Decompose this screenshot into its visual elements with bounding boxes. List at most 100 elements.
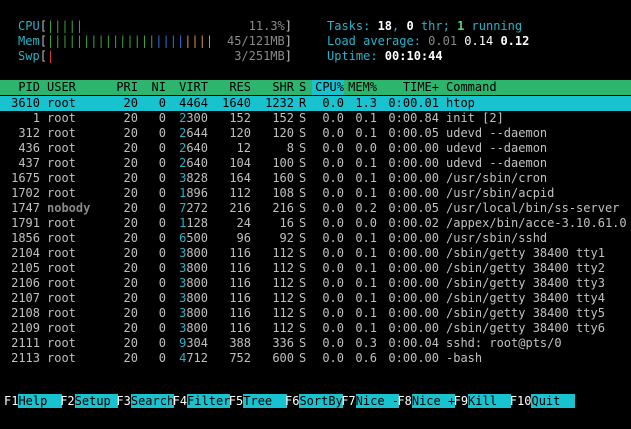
cell-cpu: 0.0 — [322, 111, 344, 125]
col-shr[interactable]: SHR — [258, 80, 294, 95]
cell-mem: 0.1 — [355, 261, 377, 275]
cell-shr: 216 — [272, 201, 294, 215]
cell-shr: 112 — [272, 246, 294, 260]
cell-mem: 0.1 — [355, 231, 377, 245]
cell-state: S — [299, 351, 307, 365]
process-row[interactable]: 1675 root 20 0 3828 164 160 S 0.0 0.1 0:00.00/usr/… — [0, 171, 631, 186]
fkey-label: Filter — [187, 394, 231, 408]
fkey-f4[interactable]: F4Filter — [173, 394, 231, 409]
cell-virt: 3828 — [179, 171, 208, 185]
cell-pid: 2105 — [11, 261, 40, 275]
col-virt[interactable]: VIRT — [172, 80, 208, 95]
col-pid[interactable]: PID — [0, 80, 40, 95]
col-ni[interactable]: NI — [145, 80, 166, 95]
fkey-number: F2 — [60, 394, 75, 408]
fkey-f6[interactable]: F6SortBy — [285, 394, 343, 409]
cell-mem: 0.1 — [355, 291, 377, 305]
fkey-number: F7 — [341, 394, 356, 408]
cell-time: 0:00.00 — [388, 246, 439, 260]
process-row[interactable]: 2111 root 20 0 9304 388 336 S 0.0 0.3 0:00.04 sshd:… — [0, 336, 631, 351]
cell-state: S — [299, 336, 307, 350]
process-row[interactable]: 2113 root 20 0 4712 752 600 S 0.0 0.6 0:00.00 -bash — [0, 351, 631, 366]
cell-state: S — [299, 156, 307, 170]
col-mem[interactable]: MEM% — [347, 80, 377, 95]
fkey-f5[interactable]: F5Tree — [229, 394, 287, 409]
process-row[interactable]: 312 root 20 0 2644 120 120 S 0.0 0.1 0:00.05 udevd … — [0, 126, 631, 141]
cell-user: root — [47, 306, 76, 320]
uptime-stat: Uptime: 00:10:44 — [327, 49, 443, 63]
cell-res: 1640 — [222, 96, 251, 110]
load-average-stat: Load average: 0.01 0.14 0.12 — [327, 34, 530, 48]
cell-time: 0:00.00 — [388, 231, 439, 245]
process-row[interactable]: 1791 root 20 0 1128 24 16 S 0.0 0.0 0:00.02/appex/… — [0, 216, 631, 231]
process-row[interactable]: 2105 root 20 0 3800 116 112 S 0.0 0.1 0:00.00/sbin… — [0, 261, 631, 276]
cell-pri: 20 — [123, 321, 138, 335]
cell-virt: 2640 — [179, 141, 208, 155]
cell-shr: 92 — [279, 231, 294, 245]
cell-time: 0:00.00 — [388, 306, 439, 320]
cell-user: root — [47, 111, 76, 125]
process-row[interactable]: 2107 root 20 0 3800 116 112 S 0.0 0.1 0:00.00/sbin… — [0, 291, 631, 306]
cell-pid: 1675 — [11, 171, 40, 185]
process-row-selected[interactable]: 3610 root 20 0 4464 1640 1232 R 0.0 1.3 0:00.01 hto… — [0, 96, 631, 111]
cell-cpu: 0.0 — [322, 336, 344, 350]
swp-meter-label: Swp — [18, 49, 40, 63]
cell-res: 388 — [229, 336, 251, 350]
cell-virt: 9304 — [179, 336, 208, 350]
fkey-f1[interactable]: F1Help — [4, 394, 62, 409]
fkey-label: Setup — [74, 394, 118, 408]
cell-state: S — [299, 306, 307, 320]
cell-pid: 1747 — [11, 201, 40, 215]
col-pri[interactable]: PRI — [110, 80, 138, 95]
fkey-f8[interactable]: F8Nice + — [397, 394, 456, 409]
fkey-f10[interactable]: F10Quit — [510, 394, 575, 409]
cell-command: sshd: root@pts/0 — [446, 336, 562, 350]
cell-pid: 2104 — [11, 246, 40, 260]
fkey-f7[interactable]: F7Nice - — [341, 394, 399, 409]
cell-res: 120 — [229, 126, 251, 140]
load-5min: 0.14 — [464, 34, 494, 48]
cell-shr: 160 — [272, 171, 294, 185]
cell-user: root — [47, 186, 76, 200]
process-row[interactable]: 1856 root 20 0 6500 96 92 S 0.0 0.1 0:00.00/usr/sb… — [0, 231, 631, 246]
process-row[interactable]: 1 root 20 0 2300 152 152 S 0.0 0.1 0:00.84 init [2] — [0, 111, 631, 126]
cell-virt: 3800 — [179, 291, 208, 305]
cell-ni: 0 — [158, 141, 166, 155]
cell-command: /usr/sbin/cron — [446, 171, 548, 185]
process-row[interactable]: 2106 root 20 0 3800 116 112 S 0.0 0.1 0:00.00/sbin… — [0, 276, 631, 291]
cell-res: 116 — [229, 261, 251, 275]
cell-pid: 436 — [18, 141, 40, 155]
cell-mem: 0.1 — [355, 156, 377, 170]
process-row[interactable]: 436 root 20 0 2640 12 8 S 0.0 0.0 0:00.00 udevd --d… — [0, 141, 631, 156]
process-row[interactable]: 2108 root 20 0 3800 116 112 S 0.0 0.1 0:00.00/sbin… — [0, 306, 631, 321]
col-cpu-sorted[interactable]: CPU% — [312, 80, 344, 95]
cell-cpu: 0.0 — [322, 186, 344, 200]
process-row[interactable]: 2109 root 20 0 3800 116 112 S 0.0 0.1 0:00.00/sbin… — [0, 321, 631, 336]
fkey-f3[interactable]: F3Search — [116, 394, 175, 409]
cell-state: S — [299, 246, 307, 260]
cell-time: 0:00.84 — [388, 111, 439, 125]
process-row[interactable]: 1747 nobody 20 0 7272 216 216 S 0.0 0.2 0:00.05/us… — [0, 201, 631, 216]
cell-state: S — [299, 261, 307, 275]
cell-virt: 3800 — [179, 246, 208, 260]
cell-virt: 3800 — [179, 261, 208, 275]
col-user[interactable]: USER — [47, 80, 76, 95]
cell-ni: 0 — [158, 321, 166, 335]
col-state[interactable]: S — [299, 80, 306, 95]
cell-user: root — [47, 171, 76, 185]
cell-cpu: 0.0 — [322, 276, 344, 290]
cell-pid: 312 — [18, 126, 40, 140]
col-res[interactable]: RES — [215, 80, 251, 95]
cell-mem: 0.1 — [355, 306, 377, 320]
cell-ni: 0 — [158, 96, 166, 110]
col-command[interactable]: Command — [446, 80, 497, 95]
process-row[interactable]: 2104 root 20 0 3800 116 112 S 0.0 0.1 0:00.00/sbin… — [0, 246, 631, 261]
process-row[interactable]: 1702 root 20 0 1896 112 108 S 0.0 0.1 0:00.00/usr/… — [0, 186, 631, 201]
cell-pid: 2107 — [11, 291, 40, 305]
fkey-f9[interactable]: F9Kill — [454, 394, 512, 409]
fkey-f2[interactable]: F2Setup — [60, 394, 118, 409]
col-time[interactable]: TIME+ — [383, 80, 439, 95]
cell-cpu: 0.0 — [322, 321, 344, 335]
process-row[interactable]: 437 root 20 0 2640 104 100 S 0.0 0.1 0:00.00 udevd … — [0, 156, 631, 171]
cell-shr: 100 — [272, 156, 294, 170]
